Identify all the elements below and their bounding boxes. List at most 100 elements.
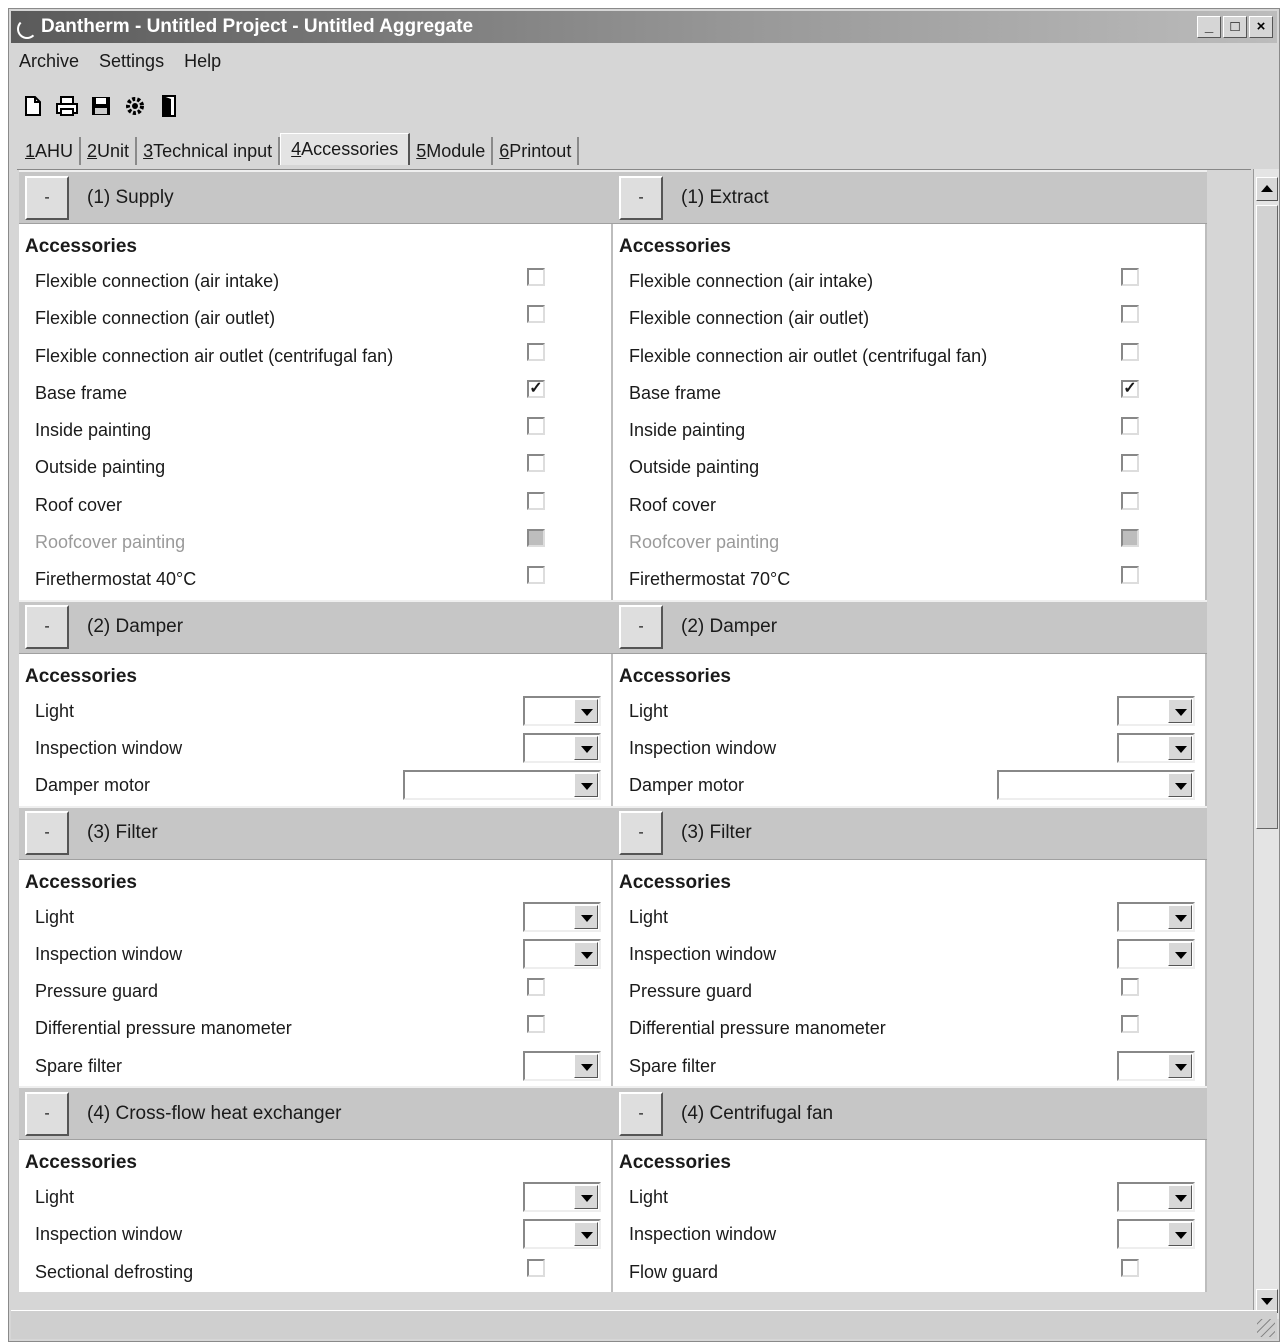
tab-accessories[interactable]: 4 Accessories [280,133,411,165]
accessory-dropdown[interactable] [1117,732,1195,763]
accessory-dropdown[interactable] [523,695,601,726]
accessory-checkbox[interactable]: ✓ [1121,379,1139,398]
accessory-dropdown[interactable] [523,1050,601,1081]
collapse-button[interactable]: - [619,811,663,856]
accessory-checkbox[interactable] [527,1258,545,1277]
dropdown-arrow-icon[interactable] [1168,941,1192,966]
dropdown-arrow-icon[interactable] [574,1185,598,1210]
dropdown-arrow-icon[interactable] [574,904,598,929]
section-header: - (3) Filter [19,805,613,860]
accessory-checkbox[interactable] [1121,305,1139,324]
dropdown-arrow-icon[interactable] [574,698,598,723]
dropdown-arrow-icon[interactable] [1168,1222,1192,1247]
accessory-checkbox[interactable] [527,491,545,510]
accessory-checkbox[interactable] [527,342,545,361]
section-title: (4) Centrifugal fan [681,1102,834,1124]
accessory-checkbox[interactable] [1121,566,1139,585]
accessory-label: Inspection window [629,1224,777,1245]
accessory-dropdown[interactable] [1117,901,1195,932]
accessory-checkbox[interactable] [527,566,545,585]
accessories-heading: Accessories [619,1152,731,1174]
accessory-checkbox[interactable] [527,978,545,997]
accessory-dropdown[interactable] [523,938,601,969]
accessory-checkbox[interactable] [1121,342,1139,361]
tab-technical-input[interactable]: 3 Technical input [137,137,281,165]
dropdown-arrow-icon[interactable] [574,1222,598,1247]
accessory-dropdown[interactable] [1117,938,1195,969]
menu-help[interactable]: Help [184,51,221,72]
collapse-button[interactable]: - [25,1091,69,1136]
resize-grip-icon[interactable] [1257,1319,1275,1337]
accessory-label: Pressure guard [35,981,159,1002]
accessory-checkbox[interactable]: ✓ [527,379,545,398]
section-header: - (4) Cross-flow heat exchanger [19,1086,613,1141]
accessory-checkbox[interactable] [527,268,545,286]
accessory-checkbox[interactable] [1121,268,1139,286]
maximize-button[interactable]: □ [1223,16,1247,38]
accessory-dropdown[interactable] [1117,1050,1195,1081]
dropdown-arrow-icon[interactable] [574,773,598,798]
close-button[interactable]: × [1249,16,1273,38]
dropdown-arrow-icon[interactable] [1168,1053,1192,1078]
accessory-checkbox[interactable] [1121,417,1139,436]
dropdown-arrow-icon[interactable] [574,1053,598,1078]
accessory-checkbox[interactable] [527,1015,545,1034]
accessory-dropdown[interactable] [523,1182,601,1213]
dropdown-arrow-icon[interactable] [1168,698,1192,723]
collapse-button[interactable]: - [619,1091,663,1136]
accessory-checkbox[interactable] [1121,454,1139,473]
accessory-checkbox[interactable] [527,417,545,436]
print-icon[interactable] [55,94,79,118]
accessory-dropdown[interactable] [1117,695,1195,726]
accessory-row: Base frame ✓ [19,376,611,413]
scroll-thumb[interactable] [1256,205,1278,829]
collapse-button[interactable]: - [619,605,663,650]
menu-settings[interactable]: Settings [99,51,164,72]
accessory-row: Inspection window [613,731,1205,768]
dropdown-arrow-icon[interactable] [1168,735,1192,760]
accessories-heading: Accessories [25,871,137,893]
minimize-button[interactable]: _ [1197,16,1221,38]
section-title: (4) Cross-flow heat exchanger [87,1102,342,1124]
accessory-label: Inspection window [629,737,777,758]
collapse-button[interactable]: - [25,175,69,220]
accessory-dropdown[interactable] [523,901,601,932]
accessory-row: Light [613,694,1205,731]
accessory-checkbox[interactable] [1121,978,1139,997]
accessory-dropdown[interactable] [403,770,601,801]
accessory-label: Sectional defrosting [35,1261,194,1282]
tab-ahu[interactable]: 1 AHU [19,137,82,165]
accessory-dropdown[interactable] [1117,1182,1195,1213]
accessory-row: Roofcover painting [613,525,1205,562]
dropdown-arrow-icon[interactable] [574,735,598,760]
accessory-dropdown[interactable] [1117,1219,1195,1250]
vertical-scrollbar[interactable] [1253,169,1279,1319]
accessory-checkbox[interactable] [1121,1258,1139,1277]
save-icon[interactable] [89,94,113,118]
accessory-checkbox[interactable] [527,454,545,473]
new-icon[interactable] [21,94,45,118]
accessory-label: Flow guard [629,1261,719,1282]
accessory-checkbox[interactable] [1121,1015,1139,1034]
accessory-label: Roofcover painting [35,532,186,553]
tab-unit[interactable]: 2 Unit [81,137,138,165]
tab-printout[interactable]: 6 Printout [493,137,580,165]
accessory-dropdown[interactable] [997,770,1195,801]
collapse-button[interactable]: - [25,811,69,856]
accessory-label: Flexible connection (air outlet) [629,308,870,329]
accessory-checkbox[interactable] [527,305,545,324]
menu-archive[interactable]: Archive [19,51,79,72]
tab-module[interactable]: 5 Module [410,137,494,165]
accessory-dropdown[interactable] [523,732,601,763]
scroll-up-icon[interactable] [1256,177,1278,201]
accessory-dropdown[interactable] [523,1219,601,1250]
exit-icon[interactable] [157,94,181,118]
dropdown-arrow-icon[interactable] [1168,1185,1192,1210]
dropdown-arrow-icon[interactable] [1168,904,1192,929]
settings-icon[interactable] [123,94,147,118]
collapse-button[interactable]: - [619,175,663,220]
accessory-checkbox[interactable] [1121,491,1139,510]
collapse-button[interactable]: - [25,605,69,650]
dropdown-arrow-icon[interactable] [1168,773,1192,798]
dropdown-arrow-icon[interactable] [574,941,598,966]
